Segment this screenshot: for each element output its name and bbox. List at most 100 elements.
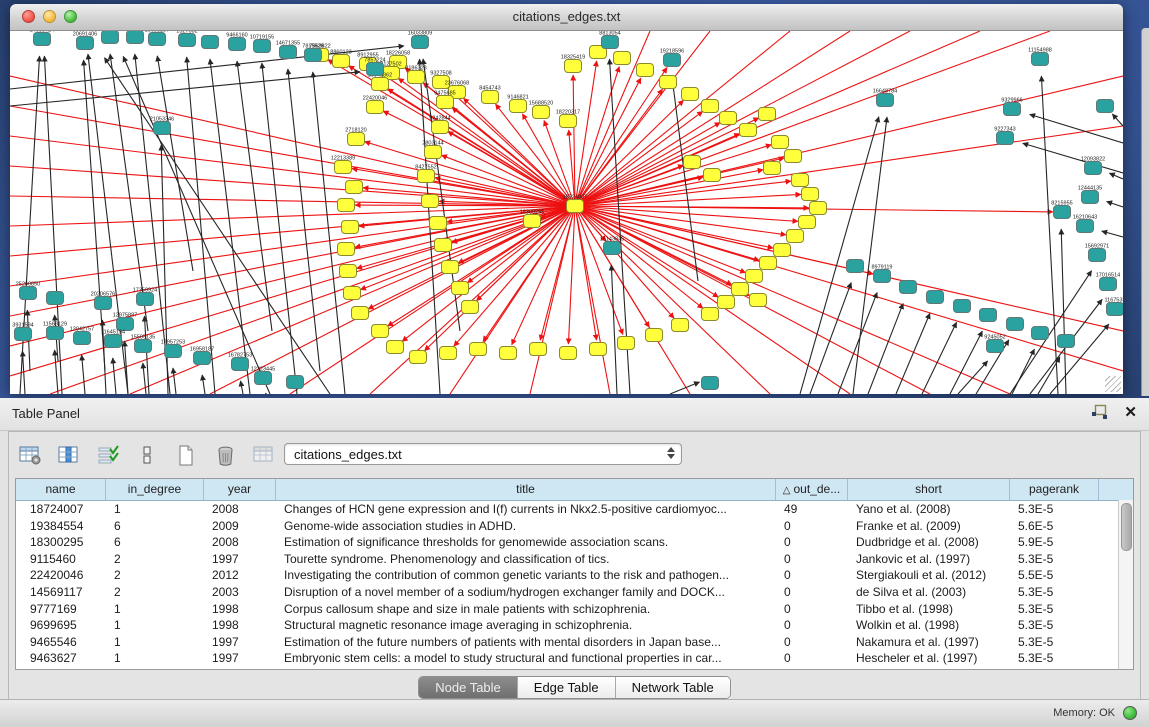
red-edge[interactable] <box>452 108 575 206</box>
graph-node[interactable] <box>702 308 719 321</box>
black-edge[interactable] <box>896 313 930 394</box>
graph-node[interactable] <box>432 121 449 134</box>
graph-node[interactable] <box>105 335 122 348</box>
graph-node[interactable] <box>900 281 917 294</box>
graph-node[interactable] <box>927 291 944 304</box>
graph-node[interactable] <box>342 221 359 234</box>
table-row[interactable]: 1830029562008Estimation of significance … <box>16 534 1133 551</box>
black-edge[interactable] <box>958 361 988 394</box>
graph-node[interactable] <box>149 33 166 46</box>
graph-node[interactable] <box>614 52 631 65</box>
graph-node[interactable] <box>1107 303 1124 316</box>
graph-node[interactable] <box>1054 206 1071 219</box>
graph-node[interactable] <box>874 270 891 283</box>
graph-node[interactable] <box>372 78 389 91</box>
column-header-title[interactable]: title <box>276 479 776 500</box>
graph-node[interactable] <box>165 345 182 358</box>
graph-node[interactable] <box>202 36 219 49</box>
black-edge[interactable] <box>868 303 903 394</box>
graph-node[interactable] <box>500 347 517 360</box>
graph-node[interactable] <box>560 115 577 128</box>
graph-node[interactable] <box>305 49 322 62</box>
graph-node[interactable] <box>604 242 621 255</box>
black-edge[interactable] <box>82 355 85 394</box>
black-edge[interactable] <box>10 72 360 106</box>
graph-node[interactable] <box>408 71 425 84</box>
graph-node[interactable] <box>348 133 365 146</box>
graph-node[interactable] <box>352 307 369 320</box>
tab-node-table[interactable]: Node Table <box>419 677 518 698</box>
row-height-icon[interactable] <box>134 442 160 468</box>
graph-node[interactable] <box>560 347 577 360</box>
graph-node[interactable] <box>47 292 64 305</box>
graph-node[interactable] <box>510 100 527 113</box>
black-edge[interactable] <box>1041 76 1058 394</box>
graph-node[interactable] <box>565 60 582 73</box>
graph-node[interactable] <box>135 340 152 353</box>
red-edge[interactable] <box>575 145 771 206</box>
table-row[interactable]: 2242004622012Investigating the contribut… <box>16 567 1133 584</box>
graph-node[interactable] <box>533 106 550 119</box>
graph-node[interactable] <box>430 217 447 230</box>
window-resize-grip[interactable] <box>1105 376 1121 392</box>
table-row[interactable]: 946362711997Embryonic stem cells: a mode… <box>16 650 1133 667</box>
graph-node[interactable] <box>618 337 635 350</box>
red-edge[interactable] <box>575 206 718 297</box>
red-edge[interactable] <box>10 196 575 206</box>
graph-node[interactable] <box>287 376 304 389</box>
graph-node[interactable] <box>1089 249 1106 262</box>
graph-node[interactable] <box>442 261 459 274</box>
graph-node[interactable] <box>740 124 757 137</box>
graph-node[interactable] <box>229 38 246 51</box>
black-edge[interactable] <box>670 382 700 394</box>
graph-node[interactable] <box>746 270 763 283</box>
graph-node[interactable] <box>750 294 767 307</box>
graph-node[interactable] <box>137 293 154 306</box>
graph-node[interactable] <box>338 243 355 256</box>
column-header-in-degree[interactable]: in_degree <box>106 479 204 500</box>
red-edge[interactable] <box>10 136 575 206</box>
graph-node[interactable] <box>462 301 479 314</box>
black-edge[interactable] <box>1107 202 1123 207</box>
window-titlebar[interactable]: citations_edges.txt <box>10 4 1123 31</box>
red-edge[interactable] <box>575 31 650 206</box>
column-header-name[interactable]: name <box>16 479 106 500</box>
graph-node[interactable] <box>954 300 971 313</box>
black-edge[interactable] <box>113 358 116 394</box>
graph-node[interactable] <box>684 156 701 169</box>
graph-node[interactable] <box>720 112 737 125</box>
table-row[interactable]: 969969511998Structural magnetic resonanc… <box>16 617 1133 634</box>
graph-node[interactable] <box>980 309 997 322</box>
black-edge[interactable] <box>611 265 617 394</box>
graph-node[interactable] <box>95 297 112 310</box>
graph-node[interactable] <box>760 257 777 270</box>
graph-node[interactable] <box>410 351 427 364</box>
graph-node[interactable] <box>34 33 51 46</box>
table-row[interactable]: 1938455462009Genome-wide association stu… <box>16 518 1133 535</box>
new-table-icon[interactable] <box>173 442 199 468</box>
graph-node[interactable] <box>412 36 429 49</box>
graph-node[interactable] <box>660 76 677 89</box>
table-row[interactable]: 1872400712008Changes of HCN gene express… <box>16 501 1133 518</box>
black-edge[interactable] <box>237 61 272 331</box>
graph-node[interactable] <box>127 31 144 44</box>
graph-node[interactable] <box>482 91 499 104</box>
table-row[interactable]: 977716911998Corpus callosum shape and si… <box>16 601 1133 618</box>
graph-node[interactable] <box>646 329 663 342</box>
graph-node[interactable] <box>470 343 487 356</box>
graph-node[interactable] <box>179 34 196 47</box>
graph-node[interactable] <box>194 352 211 365</box>
graph-node[interactable] <box>704 169 721 182</box>
graph-node[interactable] <box>530 343 547 356</box>
graph-node[interactable] <box>254 40 271 53</box>
graph-node[interactable] <box>702 100 719 113</box>
table-vertical-scrollbar[interactable] <box>1118 500 1133 669</box>
select-rows-icon[interactable] <box>95 442 121 468</box>
select-column-icon[interactable] <box>56 442 82 468</box>
graph-node[interactable] <box>1082 191 1099 204</box>
graph-node[interactable] <box>418 170 435 183</box>
graph-node[interactable] <box>452 282 469 295</box>
graph-node[interactable] <box>74 332 91 345</box>
graph-node[interactable] <box>280 46 297 59</box>
graph-node[interactable] <box>367 101 384 114</box>
